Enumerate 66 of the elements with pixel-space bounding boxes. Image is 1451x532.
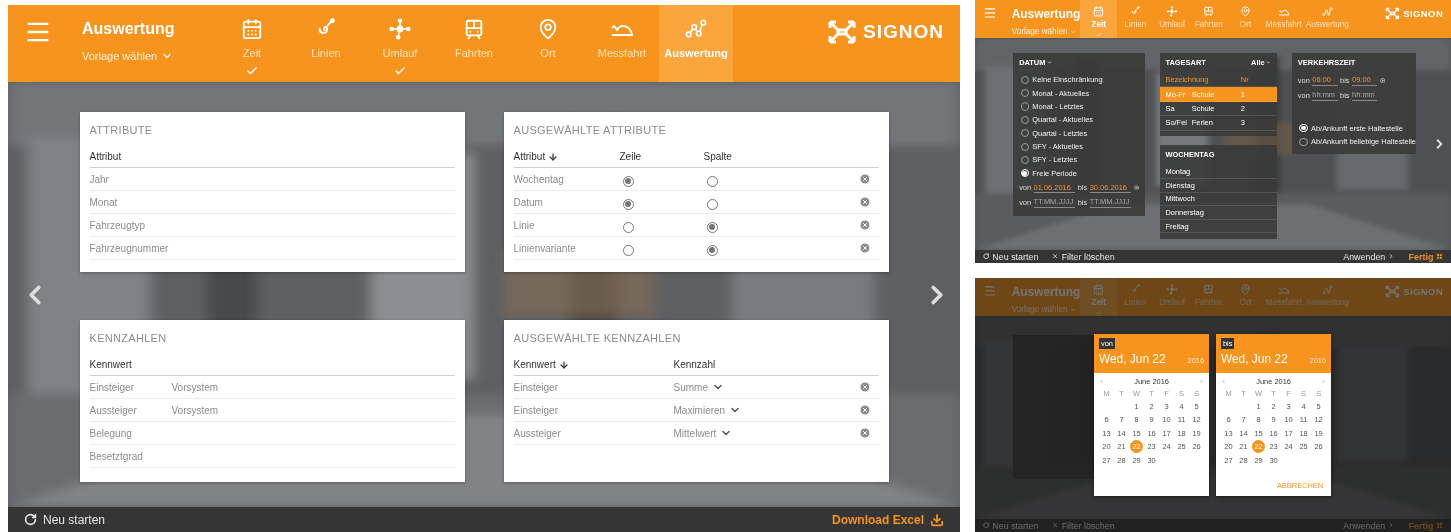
table-cell-text: Wochentag (513, 173, 565, 185)
remove-icon[interactable] (858, 242, 871, 254)
footer-button[interactable]: Anwenden (1343, 251, 1395, 262)
table-cell-text: Datum (513, 196, 544, 208)
card-title: ATTRIBUTE (89, 124, 154, 136)
logo-text: SIGNON (863, 21, 944, 43)
card-title: AUSGEWÄHLTE KENNZAHLEN (513, 332, 682, 344)
remove-icon[interactable] (858, 381, 871, 393)
remove-icon[interactable] (858, 427, 871, 439)
measure-dropdown[interactable]: Summe (673, 381, 724, 393)
table-cell-text: Einsteiger (513, 381, 559, 393)
selected-date: Wed, Jun 22 (1221, 352, 1288, 367)
source-label: Vorsystem (171, 404, 220, 416)
column-header[interactable]: Kennwert (513, 359, 556, 370)
figure-item[interactable]: Besetztgrad (89, 450, 172, 462)
calendar-icon (241, 18, 263, 40)
table-cell-text: Aussteiger (513, 427, 562, 439)
card-title: AUSGEWÄHLTE ATTRIBUTE (513, 124, 668, 136)
column-header: Spalte (703, 151, 733, 162)
check-icon (394, 65, 406, 77)
footer-button[interactable]: Neu starten (24, 512, 106, 527)
app-title: Auswertung (82, 20, 176, 38)
figure-item[interactable]: Einsteiger (89, 381, 172, 393)
attribute-item[interactable]: Monat (89, 196, 455, 208)
logo-icon (1385, 6, 1401, 20)
card-title: KENNZAHLEN (89, 332, 168, 344)
sort-icon (548, 151, 559, 162)
tram-icon (463, 18, 485, 40)
check-icon (246, 65, 258, 77)
figure-item[interactable]: Aussteiger (89, 404, 172, 416)
figure-item[interactable]: Belegung (89, 427, 172, 439)
footer-button[interactable]: Filter löschen (1052, 251, 1115, 262)
app-title: Auswertung (1011, 285, 1081, 300)
selected-date: Wed, Jun 22 (1099, 352, 1166, 367)
app-title: Auswertung (1011, 7, 1081, 22)
attribute-item[interactable]: Fahrzeugtyp (89, 219, 455, 231)
download-icon (930, 512, 944, 527)
logo-text: SIGNON (1403, 7, 1444, 19)
logo-icon (827, 19, 858, 45)
column-header: Zeile (619, 151, 643, 162)
footer-button[interactable]: Fertig (1408, 251, 1444, 262)
column-header[interactable]: Attribut (513, 151, 546, 162)
measure-dropdown[interactable]: Mittelwert (673, 427, 733, 439)
footer-button[interactable]: Download Excel (831, 512, 944, 527)
column-header: Kennzahl (673, 359, 717, 370)
table-cell-text: Linienvariante (513, 242, 577, 254)
remove-icon[interactable] (858, 219, 871, 231)
source-label: Vorsystem (171, 381, 220, 393)
column-header: Attribut (89, 151, 123, 162)
refresh-icon (24, 513, 37, 526)
measure-dropdown[interactable]: Maximieren (673, 404, 742, 416)
footer-button[interactable]: Neu starten (982, 251, 1039, 262)
attribute-item[interactable]: Fahrzeugnummer (89, 242, 455, 254)
column-header: Kennwert (89, 359, 133, 370)
remove-icon[interactable] (858, 196, 871, 208)
remove-icon[interactable] (858, 173, 871, 185)
attribute-item[interactable]: Jahr (89, 173, 455, 185)
sort-icon (558, 359, 569, 370)
network-icon (388, 18, 412, 40)
logo-icon (1385, 284, 1401, 298)
pin-icon (537, 18, 559, 40)
graph-icon (685, 19, 707, 39)
table-cell-text: Einsteiger (513, 404, 559, 416)
logo-text: SIGNON (1403, 285, 1444, 297)
remove-icon[interactable] (858, 404, 871, 416)
table-cell-text: Linie (513, 219, 536, 231)
